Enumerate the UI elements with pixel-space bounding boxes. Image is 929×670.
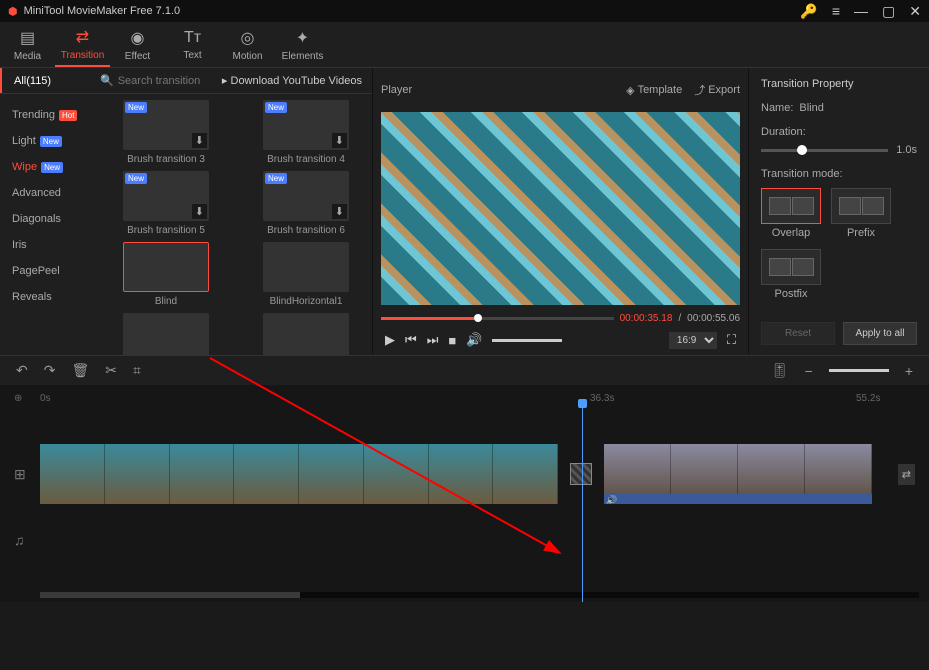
property-header: Transition Property: [761, 78, 917, 90]
export-button[interactable]: ⤴Export: [694, 82, 740, 98]
category-light[interactable]: LightNew: [0, 128, 100, 154]
volume-slider[interactable]: [492, 339, 562, 342]
key-icon[interactable]: 🔑: [800, 4, 817, 18]
audio-icon: 🔊: [604, 495, 617, 504]
mode-overlap[interactable]: Overlap: [761, 188, 821, 239]
category-trending[interactable]: TrendingHot: [0, 102, 100, 128]
category-reveals[interactable]: Reveals: [0, 284, 100, 310]
swap-icon[interactable]: ⇄: [898, 464, 915, 485]
volume-icon[interactable]: 🔊: [466, 332, 482, 348]
minimize-icon[interactable]: —: [854, 4, 868, 18]
download-icon[interactable]: ⬇: [332, 133, 347, 148]
download-youtube-link[interactable]: ▸ Download YouTube Videos: [212, 74, 372, 87]
timeline-ruler[interactable]: ⊕ 0s 36.3s 55.2s: [0, 385, 929, 411]
play-button[interactable]: ▶: [385, 332, 395, 348]
menu-icon[interactable]: ≡: [832, 4, 840, 18]
tab-media[interactable]: ▤Media: [0, 22, 55, 67]
current-time: 00:00:35.18: [620, 313, 673, 324]
next-frame-button[interactable]: ⏭: [427, 332, 439, 348]
name-value: Blind: [799, 102, 823, 114]
mode-prefix[interactable]: Prefix: [831, 188, 891, 239]
split-button[interactable]: ✂: [105, 362, 117, 379]
transition-thumb[interactable]: [246, 313, 366, 355]
zoom-out-button[interactable]: −: [805, 363, 813, 379]
video-preview: [381, 112, 740, 305]
effect-icon: ◉: [131, 28, 145, 48]
motion-icon: ◎: [241, 28, 255, 48]
mode-label: Transition mode:: [761, 168, 917, 180]
timeline-scrollbar[interactable]: [40, 592, 919, 598]
duration-slider[interactable]: [761, 149, 888, 152]
redo-button[interactable]: ↷: [44, 362, 56, 379]
template-button[interactable]: ◈Template: [626, 82, 682, 98]
transition-icon: ⇄: [76, 27, 89, 47]
seek-bar[interactable]: [381, 317, 614, 320]
undo-button[interactable]: ↶: [16, 362, 28, 379]
tab-transition[interactable]: ⇄Transition: [55, 22, 110, 67]
fullscreen-button[interactable]: ⛶: [727, 332, 736, 348]
prev-frame-button[interactable]: ⏮: [405, 332, 417, 348]
stop-button[interactable]: ■: [448, 333, 456, 348]
video-clip-2[interactable]: 🔊: [604, 444, 872, 504]
tab-effect[interactable]: ◉Effect: [110, 22, 165, 67]
playhead[interactable]: [582, 405, 583, 602]
text-icon: Tᴛ: [184, 29, 201, 47]
category-iris[interactable]: Iris: [0, 232, 100, 258]
crop-button[interactable]: ⌗: [133, 362, 141, 379]
audio-track-icon: ♫: [14, 532, 25, 548]
all-filter[interactable]: All(115): [0, 68, 100, 93]
export-icon: ⤴: [694, 82, 705, 98]
zoom-slider[interactable]: [829, 369, 889, 372]
transition-thumb[interactable]: New⬇Brush transition 4: [246, 100, 366, 165]
maximize-icon[interactable]: ▢: [882, 4, 895, 18]
app-logo: ⬢: [8, 5, 18, 18]
download-icon[interactable]: ⬇: [192, 204, 207, 219]
audio-icon[interactable]: 🎚: [771, 362, 789, 379]
search-input[interactable]: 🔍 Search transition: [100, 74, 212, 87]
duration-value: 1.0s: [896, 144, 917, 156]
category-diagonals[interactable]: Diagonals: [0, 206, 100, 232]
transition-thumb[interactable]: New⬇Brush transition 5: [106, 171, 226, 236]
player-title: Player: [381, 84, 412, 96]
app-title: MiniTool MovieMaker Free 7.1.0: [24, 5, 801, 17]
reset-button[interactable]: Reset: [761, 322, 835, 345]
transition-thumb[interactable]: New⬇Brush transition 6: [246, 171, 366, 236]
name-label: Name:: [761, 102, 793, 114]
transition-thumb[interactable]: Blind: [106, 242, 226, 307]
aspect-select[interactable]: 16:9: [669, 332, 717, 349]
video-track-icon: ⊞: [14, 466, 26, 483]
category-pagepeel[interactable]: PagePeel: [0, 258, 100, 284]
add-track-icon[interactable]: ⊕: [14, 393, 22, 404]
elements-icon: ✦: [296, 28, 309, 48]
transition-thumb[interactable]: New⬇Brush transition 3: [106, 100, 226, 165]
duration-label: Duration:: [761, 126, 917, 138]
media-icon: ▤: [20, 28, 35, 48]
zoom-in-button[interactable]: +: [905, 363, 913, 379]
close-icon[interactable]: ✕: [909, 4, 921, 18]
category-advanced[interactable]: Advanced: [0, 180, 100, 206]
tab-motion[interactable]: ◎Motion: [220, 22, 275, 67]
download-icon[interactable]: ⬇: [332, 204, 347, 219]
tab-elements[interactable]: ✦Elements: [275, 22, 330, 67]
tab-text[interactable]: TᴛText: [165, 22, 220, 67]
template-icon: ◈: [626, 84, 634, 97]
mode-postfix[interactable]: Postfix: [761, 249, 821, 300]
youtube-icon: ▸: [222, 75, 228, 87]
total-time: 00:00:55.06: [687, 313, 740, 324]
search-icon: 🔍: [100, 74, 114, 87]
transition-drop-zone[interactable]: [570, 463, 592, 485]
transition-thumb[interactable]: BlindHorizontal1: [246, 242, 366, 307]
video-clip-1[interactable]: [40, 444, 558, 504]
apply-all-button[interactable]: Apply to all: [843, 322, 917, 345]
transition-thumb[interactable]: [106, 313, 226, 355]
category-wipe[interactable]: WipeNew: [0, 154, 100, 180]
download-icon[interactable]: ⬇: [192, 133, 207, 148]
delete-button[interactable]: 🗑: [71, 362, 89, 379]
